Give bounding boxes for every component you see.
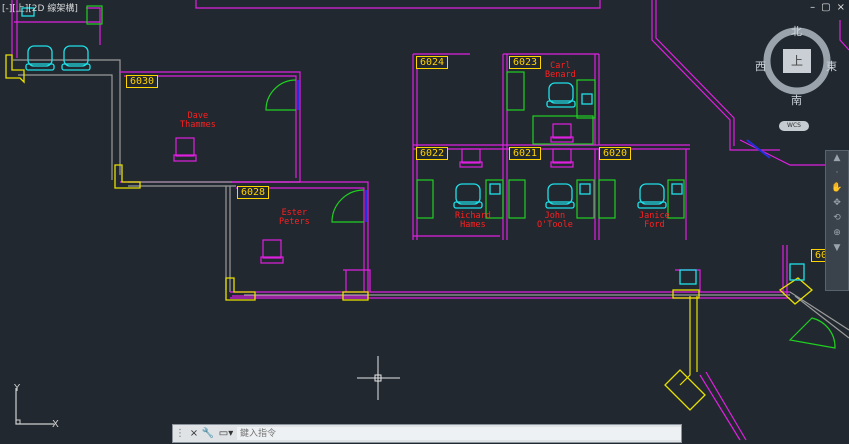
command-line: ⋮ × 🔧 ▭▾ [172, 424, 682, 443]
occupant-name: Richard Hames [455, 211, 491, 230]
orbit-icon[interactable]: ⟲ [826, 211, 848, 226]
command-input[interactable] [237, 427, 681, 440]
occupant-name: Janice Ford [639, 211, 670, 230]
occupant-name: Carl Benard [545, 61, 576, 80]
minimize-icon[interactable]: – [810, 2, 815, 13]
viewcube-top-face[interactable]: 上 [783, 49, 811, 73]
compass-west[interactable]: 西 [755, 58, 766, 74]
viewcube[interactable]: 北 南 西 東 上 [755, 23, 837, 107]
nav-steering-icon[interactable]: · [826, 166, 848, 181]
command-close-icon[interactable]: × [187, 428, 201, 439]
command-grip-icon[interactable]: ⋮ [173, 428, 187, 439]
room-label-6024: 6024 [416, 56, 449, 69]
maximize-icon[interactable]: ▢ [821, 2, 830, 13]
command-settings-icon[interactable]: 🔧 [201, 428, 215, 439]
nav-down-icon[interactable]: ▼ [826, 241, 848, 256]
compass-east[interactable]: 東 [826, 58, 837, 74]
ucs-y-label: Y [14, 383, 21, 394]
pan-icon[interactable]: ✋ [826, 181, 848, 196]
room-label-6021: 6021 [509, 147, 542, 160]
occupant-name: Dave Thammes [180, 111, 216, 130]
command-recent-icon[interactable]: ▭▾ [215, 428, 237, 439]
zoom-extents-icon[interactable]: ✥ [826, 196, 848, 211]
room-label-6020: 6020 [599, 147, 632, 160]
occupant-name: Ester Peters [279, 208, 310, 227]
ucs-icon: Y X [10, 383, 70, 434]
navigation-bar: ▲ · ✋ ✥ ⟲ ⊕ ▼ [825, 150, 849, 291]
room-label-6023: 6023 [509, 56, 542, 69]
occupant-name: John O'Toole [537, 211, 573, 230]
viewport-window-controls: – ▢ × [810, 2, 845, 13]
compass-south[interactable]: 南 [791, 92, 802, 108]
wcs-menu-button[interactable]: WCS [779, 121, 809, 131]
compass-north[interactable]: 北 [791, 23, 802, 39]
ucs-x-label: X [52, 419, 59, 430]
room-label-6030: 6030 [126, 75, 159, 88]
viewport-label[interactable]: [-][上][2D 線架構] [2, 1, 78, 14]
room-label-6022: 6022 [416, 147, 449, 160]
room-label-6028: 6028 [237, 186, 270, 199]
drawing-viewport[interactable]: [-][上][2D 線架構] – ▢ × 6030 6028 6024 6023… [0, 0, 849, 444]
close-icon[interactable]: × [837, 2, 845, 13]
nav-up-icon[interactable]: ▲ [826, 151, 848, 166]
showmotion-icon[interactable]: ⊕ [826, 226, 848, 241]
